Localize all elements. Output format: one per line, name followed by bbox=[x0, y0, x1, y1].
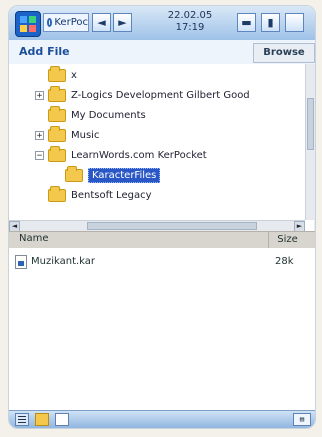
menu-icon[interactable] bbox=[15, 413, 29, 426]
time-text: 17:19 bbox=[175, 22, 205, 33]
pocketpc-window: KerPoc ◄ ► 22.02.05 17:19 ▬ ▮ Add File B… bbox=[8, 5, 316, 429]
tree-node-selected[interactable]: KaracterFiles bbox=[65, 165, 161, 184]
folder-icon bbox=[48, 185, 66, 202]
action-row: Add File Browse bbox=[9, 40, 315, 65]
expand-icon[interactable]: + bbox=[35, 90, 44, 100]
document-icon[interactable] bbox=[55, 413, 69, 426]
folder-icon bbox=[48, 145, 66, 162]
search-icon bbox=[47, 18, 53, 27]
tree-vertical-scrollbar[interactable] bbox=[305, 64, 315, 220]
tree-node[interactable]: My Documents bbox=[48, 105, 146, 124]
column-name-header[interactable]: Name bbox=[19, 233, 49, 244]
app-tab-label: KerPoc bbox=[54, 17, 88, 28]
add-file-label: Add File bbox=[19, 45, 70, 58]
folder-icon bbox=[48, 125, 66, 142]
folder-icon bbox=[48, 65, 66, 82]
file-size: 28k bbox=[275, 256, 294, 267]
browse-button[interactable]: Browse bbox=[253, 43, 315, 63]
app-tab[interactable]: KerPoc bbox=[43, 13, 89, 32]
tree-node-label: x bbox=[71, 69, 77, 81]
open-folder-icon bbox=[65, 165, 83, 182]
tree-node[interactable]: + Music bbox=[35, 125, 100, 144]
folder-icon bbox=[48, 105, 66, 122]
bottom-toolbar: ▤ bbox=[9, 410, 315, 428]
start-menu-icon[interactable] bbox=[15, 11, 41, 37]
tree-node[interactable]: x bbox=[48, 65, 77, 84]
column-size-header[interactable]: Size bbox=[268, 232, 306, 248]
scrollbar-thumb[interactable] bbox=[307, 98, 314, 150]
keyboard-icon[interactable]: ▤ bbox=[293, 413, 311, 426]
list-item[interactable]: Muzikant.kar 28k bbox=[15, 254, 307, 270]
file-list-header: Name Size bbox=[9, 231, 315, 249]
file-list: Muzikant.kar 28k bbox=[9, 248, 315, 410]
scrollbar-thumb[interactable] bbox=[87, 222, 257, 230]
file-name: Muzikant.kar bbox=[31, 256, 96, 267]
status-icon[interactable]: ▬ bbox=[237, 13, 256, 32]
connectivity-icon[interactable]: ▮ bbox=[261, 13, 280, 32]
tree-node[interactable]: Bentsoft Legacy bbox=[48, 185, 152, 204]
folder-button-icon[interactable] bbox=[35, 413, 49, 426]
tree-node[interactable]: − LearnWords.com KerPocket bbox=[35, 145, 207, 164]
tree-node-label: Z-Logics Development Gilbert Good bbox=[71, 89, 250, 101]
tree-node-label: KaracterFiles bbox=[88, 167, 161, 183]
collapse-icon[interactable]: − bbox=[35, 150, 44, 160]
back-button[interactable]: ◄ bbox=[92, 13, 111, 32]
tree-node[interactable]: + Z-Logics Development Gilbert Good bbox=[35, 85, 250, 104]
ok-button[interactable] bbox=[285, 13, 304, 32]
folder-icon bbox=[48, 85, 66, 102]
file-icon bbox=[15, 255, 27, 269]
clock: 22.02.05 17:19 bbox=[159, 10, 221, 36]
date-text: 22.02.05 bbox=[167, 10, 213, 21]
tree-node-label: Music bbox=[71, 129, 100, 141]
tree-node-label: My Documents bbox=[71, 109, 146, 121]
tree-node-label: LearnWords.com KerPocket bbox=[71, 149, 207, 161]
folder-tree: x + Z-Logics Development Gilbert Good My… bbox=[9, 64, 305, 220]
forward-button[interactable]: ► bbox=[113, 13, 132, 32]
tree-node-label: Bentsoft Legacy bbox=[71, 189, 152, 201]
title-bar: KerPoc ◄ ► 22.02.05 17:19 ▬ ▮ bbox=[9, 6, 315, 41]
expand-icon[interactable]: + bbox=[35, 130, 44, 140]
